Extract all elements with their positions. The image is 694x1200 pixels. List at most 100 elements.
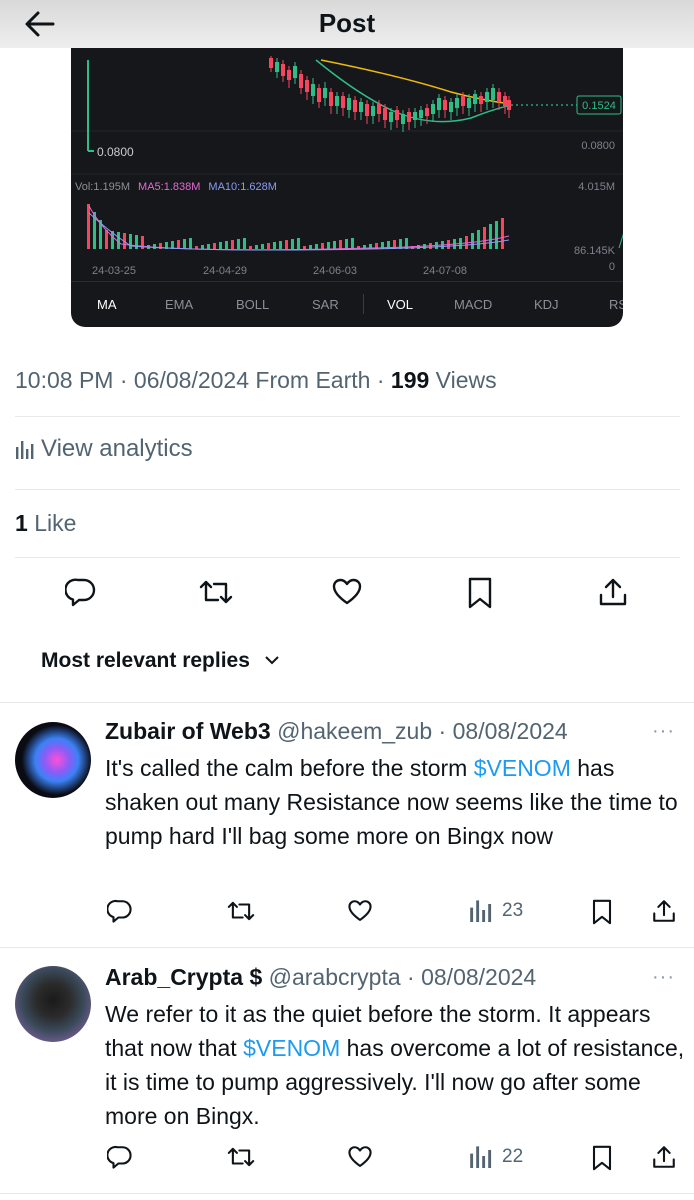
volume-bar <box>489 224 492 249</box>
tab-rs[interactable]: RS <box>609 297 623 312</box>
volume-bar <box>477 230 480 249</box>
volume-bar <box>303 246 306 249</box>
views-label: Views <box>435 367 497 393</box>
volume-bar <box>249 246 252 249</box>
view-analytics-label: View analytics <box>41 435 193 462</box>
candlestick-chart: 0.1524 0.0800 0.0800 4.015M 86.145K 0 24… <box>71 56 623 277</box>
heart-icon[interactable] <box>347 898 373 924</box>
reply-item[interactable]: Zubair of Web3 @hakeem_zub · 08/08/2024 … <box>0 702 694 948</box>
volume-bar <box>105 230 108 249</box>
bookmark-icon[interactable] <box>465 576 495 610</box>
date-label-3: 24-06-03 <box>313 265 357 277</box>
analytics-icon[interactable] <box>469 898 493 922</box>
post-source: From Earth <box>255 367 371 393</box>
volume-bar <box>183 239 186 249</box>
avatar[interactable] <box>15 966 91 1042</box>
share-icon[interactable] <box>651 898 677 924</box>
vol-label: Vol:1.195M <box>75 181 131 193</box>
replies-sort-label: Most relevant replies <box>41 649 250 672</box>
chevron-down-icon <box>265 656 279 665</box>
right-axis-price: 0.0800 <box>581 140 615 152</box>
volume-axis-zero: 0 <box>609 261 615 273</box>
tab-kdj[interactable]: KDJ <box>534 297 559 312</box>
share-icon[interactable] <box>597 576 629 608</box>
reply-date: 08/08/2024 <box>452 718 568 744</box>
reply-author-name[interactable]: Zubair of Web3 <box>105 718 271 744</box>
volume-bar <box>501 218 504 249</box>
volume-bar <box>267 243 270 249</box>
bookmark-icon[interactable] <box>590 898 614 926</box>
tab-boll[interactable]: BOLL <box>236 297 269 312</box>
likes-count: 1 <box>15 510 28 536</box>
avatar[interactable] <box>15 722 91 798</box>
share-icon[interactable] <box>651 1144 677 1170</box>
current-price-label: 0.1524 <box>582 100 616 112</box>
view-analytics-link[interactable]: View analytics <box>15 435 193 463</box>
reply-author-name[interactable]: Arab_Crypta <box>105 964 243 990</box>
tab-vol[interactable]: VOL <box>387 297 413 312</box>
ma10-label: MA10:1.628M <box>208 181 277 193</box>
reply-author-handle[interactable]: @arabcrypta <box>269 964 401 990</box>
analytics-icon[interactable] <box>469 1144 493 1168</box>
volume-bar <box>315 244 318 249</box>
tab-sar[interactable]: SAR <box>312 297 339 312</box>
dollar-badge-icon: $ <box>249 964 263 990</box>
tab-ma[interactable]: MA <box>97 297 117 312</box>
volume-bar <box>153 244 156 249</box>
volume-bar <box>309 245 312 249</box>
tab-macd[interactable]: MACD <box>454 297 492 312</box>
volume-bar <box>333 241 336 249</box>
analytics-icon <box>16 441 34 459</box>
views-count: 199 <box>390 367 430 393</box>
volume-bar <box>261 244 264 249</box>
reply-text: It's called the calm before the storm $V… <box>105 751 685 853</box>
likes-label: Like <box>34 510 77 536</box>
post-date: 06/08/2024 <box>133 367 250 393</box>
date-label-1: 24-03-25 <box>92 265 136 277</box>
volume-bar <box>321 243 324 249</box>
volume-bar <box>273 242 276 249</box>
reply-icon[interactable] <box>107 898 133 924</box>
more-options-icon[interactable]: ··· <box>652 720 675 743</box>
volume-bar <box>327 242 330 249</box>
reply-item[interactable]: Arab_Crypta $ @arabcrypta · 08/08/2024 ·… <box>0 948 694 1194</box>
volume-bar <box>243 238 246 249</box>
more-options-icon[interactable]: ··· <box>652 966 675 989</box>
bookmark-icon[interactable] <box>590 1144 614 1172</box>
tab-divider <box>363 294 364 314</box>
price-chart-image[interactable]: 0.1524 0.0800 0.0800 4.015M 86.145K 0 24… <box>71 48 623 327</box>
retweet-icon[interactable] <box>226 1144 256 1170</box>
cashtag-link[interactable]: $VENOM <box>474 755 571 781</box>
reply-text: We refer to it as the quiet before the s… <box>105 997 685 1133</box>
reply-header: Zubair of Web3 @hakeem_zub · 08/08/2024 <box>105 718 568 744</box>
volume-bar <box>297 238 300 249</box>
volume-bar <box>351 238 354 249</box>
volume-bars <box>87 204 504 249</box>
replies-sort-dropdown[interactable]: Most relevant replies <box>41 649 280 673</box>
volume-bar <box>255 245 258 249</box>
reply-view-count: 23 <box>502 900 524 921</box>
reply-icon[interactable] <box>65 576 97 608</box>
left-price-marker: 0.0800 <box>97 145 134 159</box>
heart-icon[interactable] <box>331 576 363 608</box>
reply-icon[interactable] <box>107 1144 133 1170</box>
volume-bar <box>471 233 474 249</box>
likes-count-link[interactable]: 1 Like <box>15 510 76 537</box>
volume-bar <box>219 242 222 249</box>
heart-icon[interactable] <box>347 1144 373 1170</box>
retweet-icon[interactable] <box>198 576 234 608</box>
tab-ema[interactable]: EMA <box>165 297 193 312</box>
volume-bar <box>495 221 498 249</box>
reply-header: Arab_Crypta $ @arabcrypta · 08/08/2024 <box>105 964 537 990</box>
volume-bar <box>189 238 192 249</box>
post-time: 10:08 PM <box>15 367 114 393</box>
cashtag-link[interactable]: $VENOM <box>243 1035 340 1061</box>
retweet-icon[interactable] <box>226 898 256 924</box>
reply-view-count: 22 <box>502 1146 524 1167</box>
page-title: Post <box>318 8 376 38</box>
volume-bar <box>291 239 294 249</box>
reply-action-bar: 23 <box>0 898 694 928</box>
reply-author-handle[interactable]: @hakeem_zub <box>277 718 432 744</box>
divider <box>0 1193 694 1194</box>
volume-bar <box>237 239 240 249</box>
